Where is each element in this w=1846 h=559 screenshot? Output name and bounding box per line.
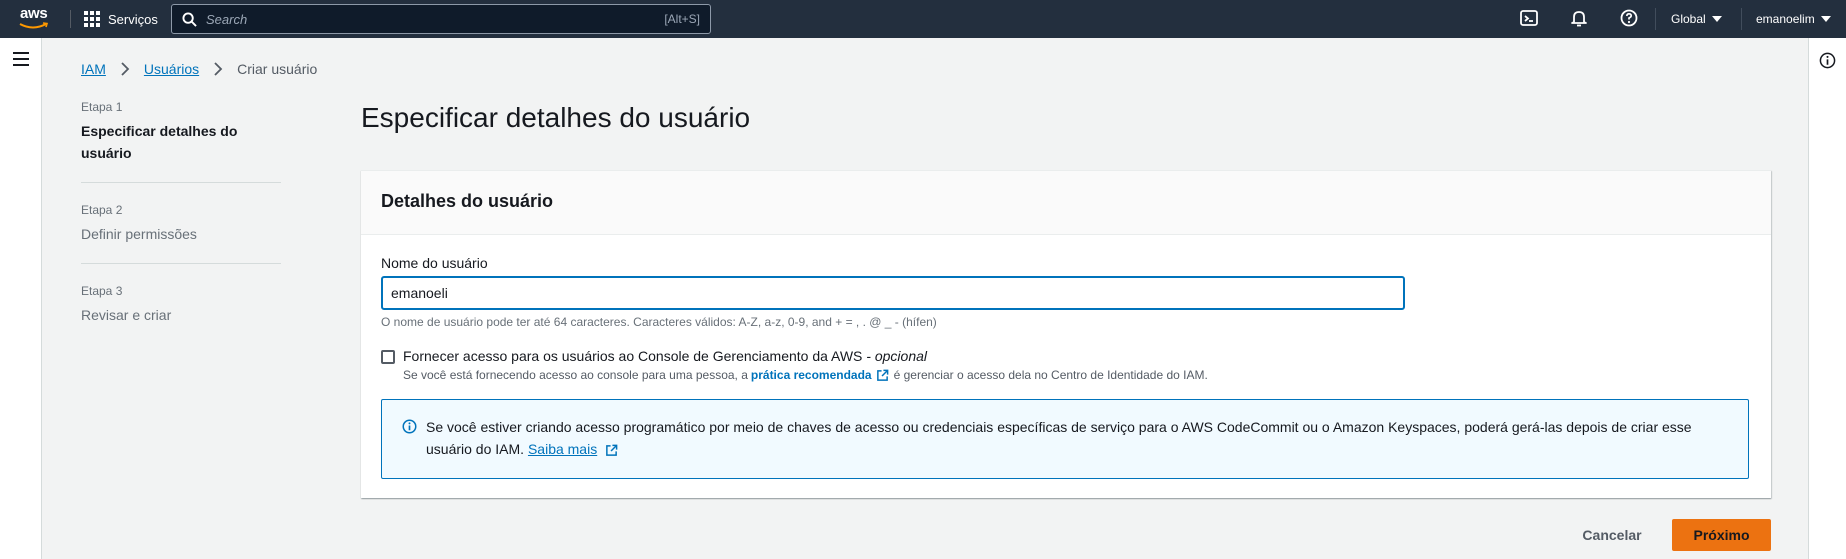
cloudshell-icon	[1520, 10, 1538, 26]
external-link-icon[interactable]	[876, 369, 889, 382]
user-details-panel: Detalhes do usuário Nome do usuário O no…	[361, 170, 1771, 498]
aws-logo[interactable]: aws	[16, 4, 56, 34]
nav-divider	[1741, 8, 1742, 30]
right-help-rail	[1808, 38, 1846, 559]
notifications-button[interactable]	[1570, 9, 1590, 29]
services-grid-icon	[84, 11, 100, 27]
username-hint: O nome de usuário pode ter até 64 caract…	[381, 315, 937, 329]
cancel-button[interactable]: Cancelar	[1569, 519, 1655, 551]
menu-icon[interactable]	[13, 52, 29, 66]
aws-logo-text: aws	[20, 5, 48, 22]
search-box[interactable]: [Alt+S]	[171, 4, 711, 34]
search-shortcut-hint: [Alt+S]	[664, 12, 700, 26]
page-title: Especificar detalhes do usuário	[361, 102, 751, 133]
learn-more-link[interactable]: Saiba mais	[528, 441, 597, 457]
username-label: Nome do usuário	[381, 255, 488, 271]
step-number: Etapa 2	[81, 203, 123, 217]
description-text: Se você está fornecendo acesso ao consol…	[403, 368, 748, 382]
caret-down-icon	[1711, 16, 1722, 22]
description-text: é gerenciar o acesso dela no Centro de I…	[893, 368, 1208, 382]
services-menu-button[interactable]: Serviços	[84, 0, 158, 38]
nav-divider	[1655, 8, 1656, 30]
alert-text: Se você estiver criando acesso programát…	[426, 416, 1730, 460]
info-alert: Se você estiver criando acesso programát…	[381, 399, 1749, 479]
console-access-label[interactable]: Fornecer acesso para os usuários ao Cons…	[403, 348, 1208, 364]
console-access-description: Se você está fornecendo acesso ao consol…	[403, 368, 1208, 382]
aws-smile-icon	[19, 22, 49, 29]
breadcrumb-link-iam[interactable]: IAM	[81, 61, 106, 77]
username-input[interactable]	[381, 276, 1405, 310]
wizard-step-2[interactable]: Etapa 2 Definir permissões	[81, 203, 281, 259]
step-title: Definir permissões	[81, 226, 197, 242]
chevron-right-icon	[121, 62, 130, 76]
step-number: Etapa 1	[81, 100, 123, 114]
optional-tag: - opcional	[866, 348, 927, 364]
bell-icon	[1571, 11, 1587, 27]
services-label: Serviços	[108, 11, 158, 27]
console-access-option: Fornecer acesso para os usuários ao Cons…	[381, 348, 1208, 382]
left-navigation-rail	[0, 38, 42, 559]
wizard-steps: Etapa 1 Especificar detalhes do usuário …	[81, 100, 281, 340]
account-name: emanoelim	[1756, 12, 1815, 26]
search-icon	[182, 12, 197, 27]
external-link-icon[interactable]	[605, 444, 618, 457]
next-button[interactable]: Próximo	[1672, 519, 1771, 551]
top-navigation: aws Serviços [Alt+S]	[0, 0, 1846, 38]
step-title: Especificar detalhes do usuário	[81, 123, 238, 161]
panel-header: Detalhes do usuário	[361, 171, 1771, 235]
help-icon	[1620, 9, 1638, 27]
caret-down-icon	[1820, 16, 1831, 22]
region-selector[interactable]: Global	[1671, 0, 1722, 38]
cloudshell-button[interactable]	[1520, 9, 1540, 29]
info-icon	[402, 419, 417, 434]
best-practice-link[interactable]: prática recomendada	[751, 368, 872, 382]
step-divider	[81, 263, 281, 264]
step-number: Etapa 3	[81, 284, 123, 298]
info-icon[interactable]	[1819, 52, 1836, 69]
account-menu[interactable]: emanoelim	[1756, 0, 1831, 38]
step-divider	[81, 182, 281, 183]
chevron-right-icon	[214, 62, 223, 76]
panel-title: Detalhes do usuário	[381, 191, 554, 211]
region-label: Global	[1671, 12, 1706, 26]
step-title: Revisar e criar	[81, 307, 172, 323]
help-button[interactable]	[1620, 9, 1640, 29]
wizard-step-1: Etapa 1 Especificar detalhes do usuário	[81, 100, 281, 178]
console-access-checkbox[interactable]	[381, 350, 395, 364]
wizard-step-3[interactable]: Etapa 3 Revisar e criar	[81, 284, 281, 340]
nav-divider	[70, 10, 71, 28]
search-input[interactable]	[206, 5, 626, 33]
breadcrumb-current: Criar usuário	[237, 61, 318, 77]
breadcrumb: IAM Usuários Criar usuário	[81, 61, 317, 77]
console-access-label-text: Fornecer acesso para os usuários ao Cons…	[403, 348, 863, 364]
breadcrumb-link-users[interactable]: Usuários	[144, 61, 199, 77]
